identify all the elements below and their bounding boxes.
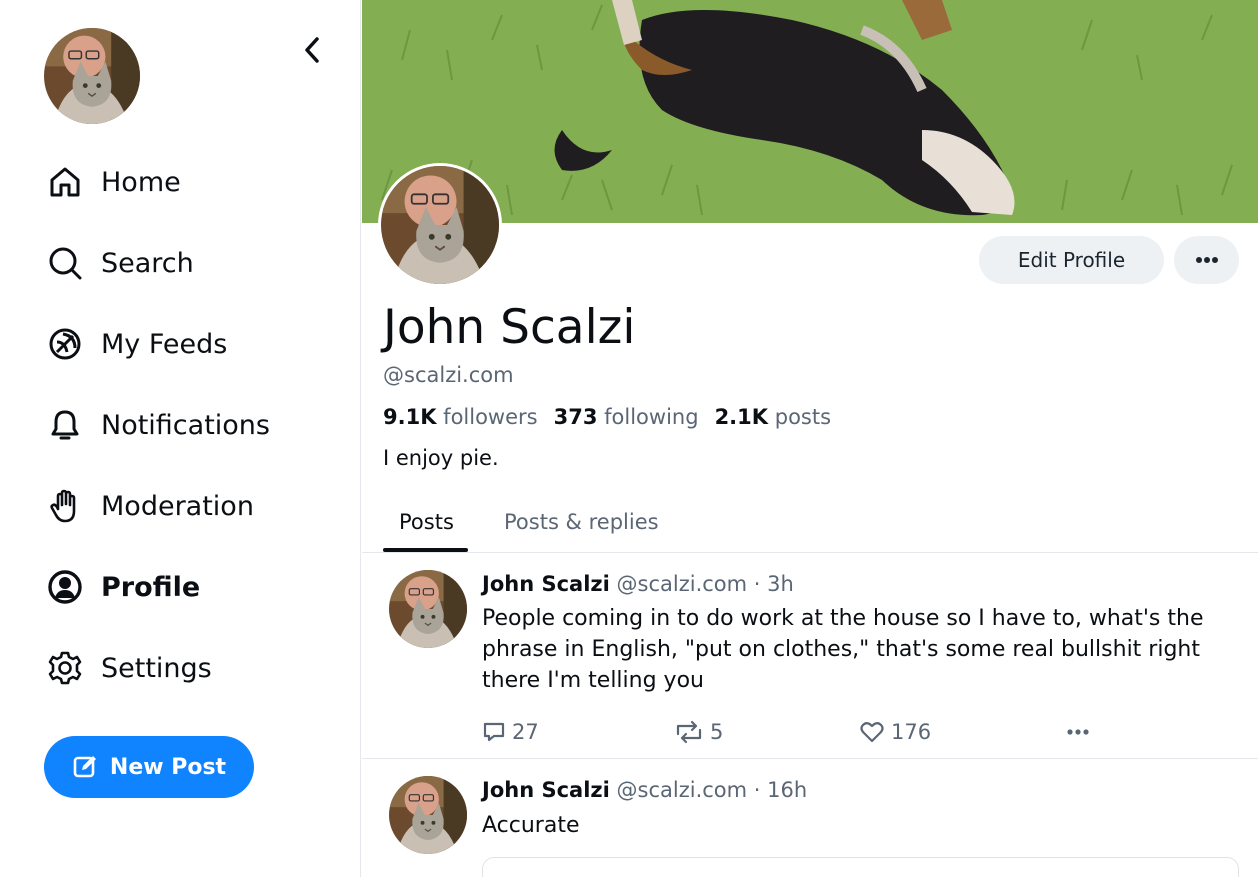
sidebar-avatar[interactable] [44, 28, 140, 124]
hand-icon [46, 487, 84, 525]
profile-stats: 9.1K followers 373 following 2.1K posts [383, 405, 847, 429]
new-post-label: New Post [109, 754, 227, 780]
post-embed-card[interactable] [482, 857, 1239, 877]
more-options-button[interactable] [1174, 236, 1239, 284]
display-name: John Scalzi [383, 300, 636, 355]
followers-stat[interactable]: 9.1K followers [383, 405, 538, 429]
active-tab-indicator [383, 548, 468, 552]
ellipsis-icon [1195, 257, 1218, 263]
following-stat[interactable]: 373 following [554, 405, 699, 429]
post-text: People coming in to do work at the house… [482, 606, 1204, 693]
post-avatar[interactable] [389, 776, 467, 854]
post-avatar[interactable] [389, 570, 467, 648]
ellipsis-icon [1067, 729, 1089, 735]
sidebar-item-profile[interactable]: Profile [46, 562, 200, 612]
sidebar-item-label: Profile [101, 571, 201, 603]
posts-stat: 2.1K posts [715, 405, 831, 429]
sidebar-item-label: Notifications [101, 409, 270, 441]
bell-icon [46, 406, 84, 444]
posts-count: 2.1K [714, 405, 769, 429]
sidebar-item-search[interactable]: Search [46, 238, 194, 288]
profile-bio: I enjoy pie. [383, 446, 499, 470]
profile-avatar[interactable] [378, 163, 502, 287]
repost-button[interactable]: 5 [674, 717, 723, 747]
profile-tabs: Posts Posts & replies [362, 492, 1258, 553]
profile-main: Edit Profile John Scalzi @scalzi.com 9.1… [362, 0, 1258, 877]
post-text: Accurate [482, 813, 580, 838]
post-author[interactable]: John Scalzi [482, 778, 610, 802]
sidebar-item-label: My Feeds [101, 328, 228, 360]
sidebar-item-label: Search [101, 247, 194, 279]
repost-count: 5 [710, 720, 724, 744]
sidebar-item-home[interactable]: Home [46, 157, 181, 207]
compose-icon [73, 756, 96, 778]
sidebar-item-label: Moderation [101, 490, 254, 522]
edit-profile-button[interactable]: Edit Profile [979, 236, 1164, 284]
following-count: 373 [553, 405, 598, 429]
like-button[interactable]: 176 [859, 717, 931, 747]
post-more-button[interactable] [1066, 717, 1090, 747]
feeds-icon [46, 325, 84, 363]
reply-count: 27 [512, 720, 539, 744]
reply-icon [483, 722, 505, 742]
like-count: 176 [891, 720, 932, 744]
home-icon [46, 163, 84, 201]
post-header: John Scalzi @scalzi.com · 16h [482, 778, 807, 802]
tab-posts[interactable]: Posts [399, 492, 454, 552]
repost-icon [676, 720, 702, 744]
reply-button[interactable]: 27 [482, 717, 539, 747]
post-handle[interactable]: @scalzi.com [617, 572, 748, 596]
chevron-left-icon [305, 37, 319, 63]
heart-icon [860, 722, 884, 743]
following-label: following [604, 405, 699, 429]
gear-icon [46, 649, 84, 687]
post-handle[interactable]: @scalzi.com [617, 778, 748, 802]
post-author[interactable]: John Scalzi [482, 572, 610, 596]
new-post-button[interactable]: New Post [44, 736, 254, 798]
user-circle-icon [46, 568, 84, 606]
collapse-sidebar-button[interactable] [294, 30, 330, 70]
sidebar-item-settings[interactable]: Settings [46, 643, 212, 693]
post-header: John Scalzi @scalzi.com · 3h [482, 572, 794, 596]
sidebar-item-label: Home [101, 166, 181, 198]
sidebar-item-label: Settings [101, 652, 212, 684]
sidebar: Home Search My Feeds Notifications Moder… [0, 0, 361, 877]
profile-handle: @scalzi.com [383, 363, 514, 387]
post-actions: 27 5 176 [482, 717, 1222, 747]
followers-label: followers [443, 405, 538, 429]
sidebar-item-moderation[interactable]: Moderation [46, 481, 254, 531]
followers-count: 9.1K [383, 405, 437, 429]
posts-label: posts [774, 405, 832, 429]
sidebar-item-notifications[interactable]: Notifications [46, 400, 270, 450]
search-icon [46, 244, 84, 282]
profile-banner[interactable] [362, 0, 1258, 223]
post-time[interactable]: · 16h [754, 778, 807, 802]
tab-posts-and-replies[interactable]: Posts & replies [504, 492, 659, 552]
feed-post[interactable]: John Scalzi @scalzi.com · 3h People comi… [362, 553, 1258, 759]
post-time[interactable]: · 3h [754, 572, 794, 596]
sidebar-item-my-feeds[interactable]: My Feeds [46, 319, 227, 369]
